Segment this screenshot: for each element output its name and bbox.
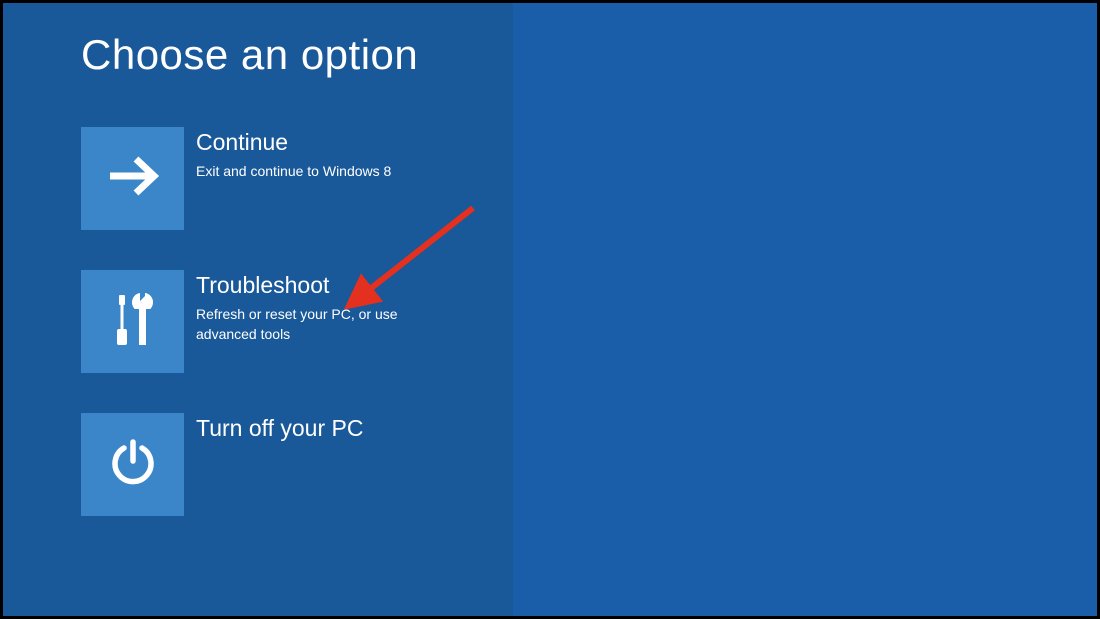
option-tile-turn-off: [81, 413, 184, 516]
option-tile-troubleshoot: [81, 270, 184, 373]
arrow-right-icon: [102, 145, 164, 212]
option-tile-continue: [81, 127, 184, 230]
option-text-continue: Continue Exit and continue to Windows 8: [184, 127, 391, 182]
option-title-troubleshoot: Troubleshoot: [196, 272, 436, 299]
option-continue[interactable]: Continue Exit and continue to Windows 8: [81, 127, 501, 230]
recovery-screen: Choose an option Continue Exit and conti…: [3, 3, 1097, 616]
option-turn-off[interactable]: Turn off your PC: [81, 413, 501, 516]
option-text-troubleshoot: Troubleshoot Refresh or reset your PC, o…: [184, 270, 436, 344]
option-text-turn-off: Turn off your PC: [184, 413, 363, 448]
option-desc-continue: Exit and continue to Windows 8: [196, 162, 391, 182]
power-icon: [107, 436, 159, 493]
options-panel: Choose an option Continue Exit and conti…: [3, 3, 513, 616]
page-title: Choose an option: [81, 31, 513, 79]
option-troubleshoot[interactable]: Troubleshoot Refresh or reset your PC, o…: [81, 270, 501, 373]
tools-icon: [106, 289, 160, 354]
option-title-turn-off: Turn off your PC: [196, 415, 363, 442]
option-title-continue: Continue: [196, 129, 391, 156]
option-desc-troubleshoot: Refresh or reset your PC, or use advance…: [196, 305, 436, 344]
